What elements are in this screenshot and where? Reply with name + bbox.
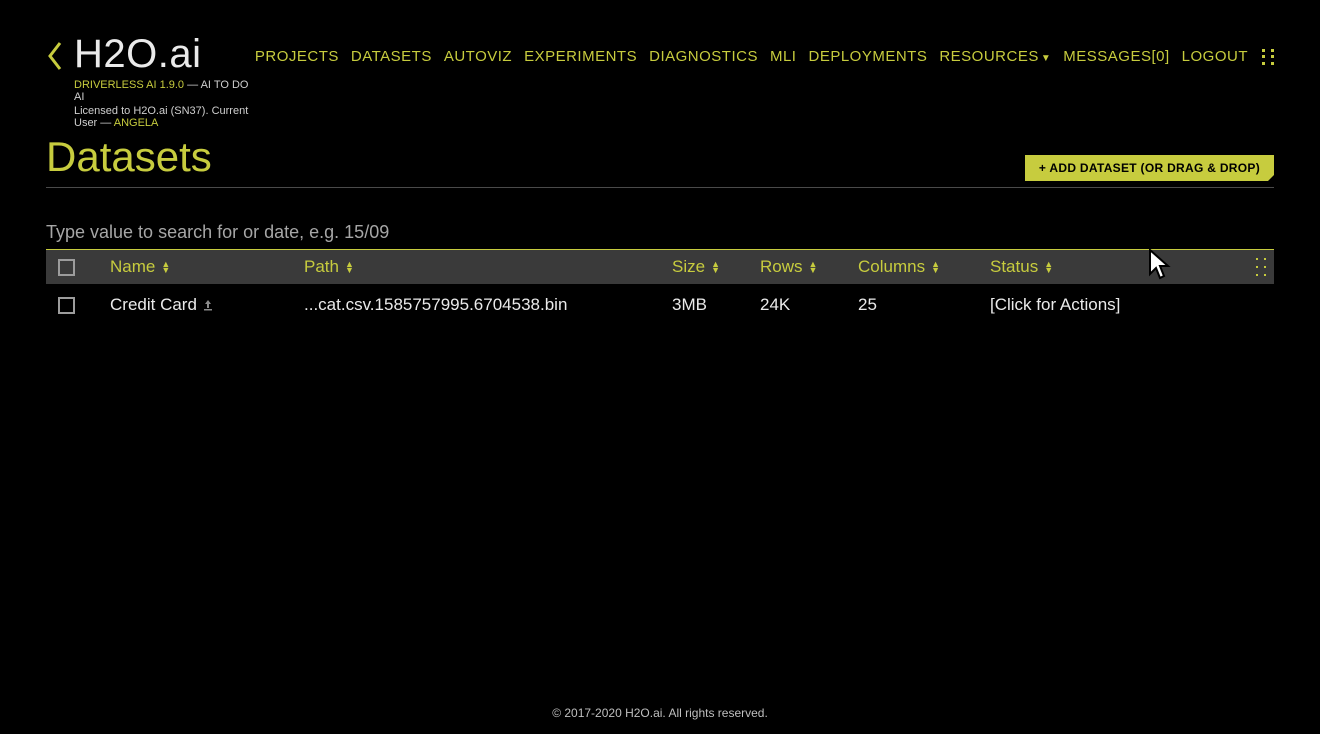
col-header-status-label: Status	[990, 257, 1038, 277]
nav-diagnostics[interactable]: DIAGNOSTICS	[647, 46, 760, 67]
cell-name: Credit Card	[110, 295, 197, 315]
sort-icon: ▲▼	[1044, 261, 1053, 273]
cell-rows: 24K	[760, 295, 790, 315]
page-title: Datasets	[46, 133, 212, 181]
chevron-down-icon: ▼	[1041, 53, 1051, 64]
nav-messages[interactable]: MESSAGES[0]	[1061, 46, 1171, 67]
col-header-path-label: Path	[304, 257, 339, 277]
sort-icon: ▲▼	[931, 261, 940, 273]
nav-mli[interactable]: MLI	[768, 46, 799, 67]
col-header-columns-label: Columns	[858, 257, 925, 277]
nav-autoviz[interactable]: AUTOVIZ	[442, 46, 514, 67]
row-checkbox[interactable]	[58, 297, 75, 314]
sort-icon: ▲▼	[161, 261, 170, 273]
col-header-name-label: Name	[110, 257, 155, 277]
current-user: ANGELA	[114, 117, 159, 129]
nav-experiments[interactable]: EXPERIMENTS	[522, 46, 639, 67]
sort-icon: ▲▼	[345, 261, 354, 273]
top-nav: PROJECTS DATASETS AUTOVIZ EXPERIMENTS DI…	[253, 46, 1274, 67]
select-all-checkbox[interactable]	[58, 259, 75, 276]
table-header-row: Name ▲▼ Path ▲▼ Size ▲▼ Rows ▲▼ Columns …	[46, 250, 1274, 284]
nav-resources[interactable]: RESOURCES▼	[937, 46, 1053, 67]
sort-icon: ▲▼	[711, 261, 720, 273]
add-dataset-button[interactable]: + ADD DATASET (OR DRAG & DROP)	[1025, 155, 1274, 181]
cell-path: ...cat.csv.1585757995.6704538.bin	[304, 295, 567, 315]
upload-icon	[201, 298, 215, 312]
col-header-size-label: Size	[672, 257, 705, 277]
nav-apps-grid-icon[interactable]	[1262, 49, 1274, 65]
cell-status-actions[interactable]: [Click for Actions]	[990, 295, 1120, 315]
sort-icon: ▲▼	[809, 261, 818, 273]
back-chevron-icon[interactable]	[46, 38, 64, 80]
footer-copyright: © 2017-2020 H2O.ai. All rights reserved.	[0, 706, 1320, 720]
nav-projects[interactable]: PROJECTS	[253, 46, 341, 67]
search-input[interactable]	[46, 222, 1274, 243]
brand-version: DRIVERLESS AI 1.9.0	[74, 79, 184, 91]
col-header-rows[interactable]: Rows ▲▼	[760, 257, 858, 277]
datasets-table: Name ▲▼ Path ▲▼ Size ▲▼ Rows ▲▼ Columns …	[46, 249, 1274, 326]
col-header-status[interactable]: Status ▲▼	[990, 257, 1210, 277]
nav-deployments[interactable]: DEPLOYMENTS	[806, 46, 929, 67]
nav-resources-label: RESOURCES	[939, 48, 1039, 65]
col-header-name[interactable]: Name ▲▼	[110, 257, 304, 277]
col-header-path[interactable]: Path ▲▼	[304, 257, 672, 277]
brand-subline-2: Licensed to H2O.ai (SN37). Current User …	[74, 105, 253, 129]
divider	[46, 187, 1274, 188]
cell-size: 3MB	[672, 295, 707, 315]
col-header-size[interactable]: Size ▲▼	[672, 257, 760, 277]
cell-columns: 25	[858, 295, 877, 315]
column-settings-grip-icon[interactable]	[1256, 258, 1266, 276]
col-header-columns[interactable]: Columns ▲▼	[858, 257, 990, 277]
table-row[interactable]: Credit Card ...cat.csv.1585757995.670453…	[46, 284, 1274, 326]
license-text: Licensed to H2O.ai (SN37). Current User …	[74, 105, 248, 129]
col-header-rows-label: Rows	[760, 257, 803, 277]
nav-logout[interactable]: LOGOUT	[1180, 46, 1250, 67]
nav-datasets[interactable]: DATASETS	[349, 46, 434, 67]
brand-subline-1: DRIVERLESS AI 1.9.0 — AI TO DO AI	[74, 79, 253, 103]
brand-title: H2O.ai	[74, 32, 253, 77]
